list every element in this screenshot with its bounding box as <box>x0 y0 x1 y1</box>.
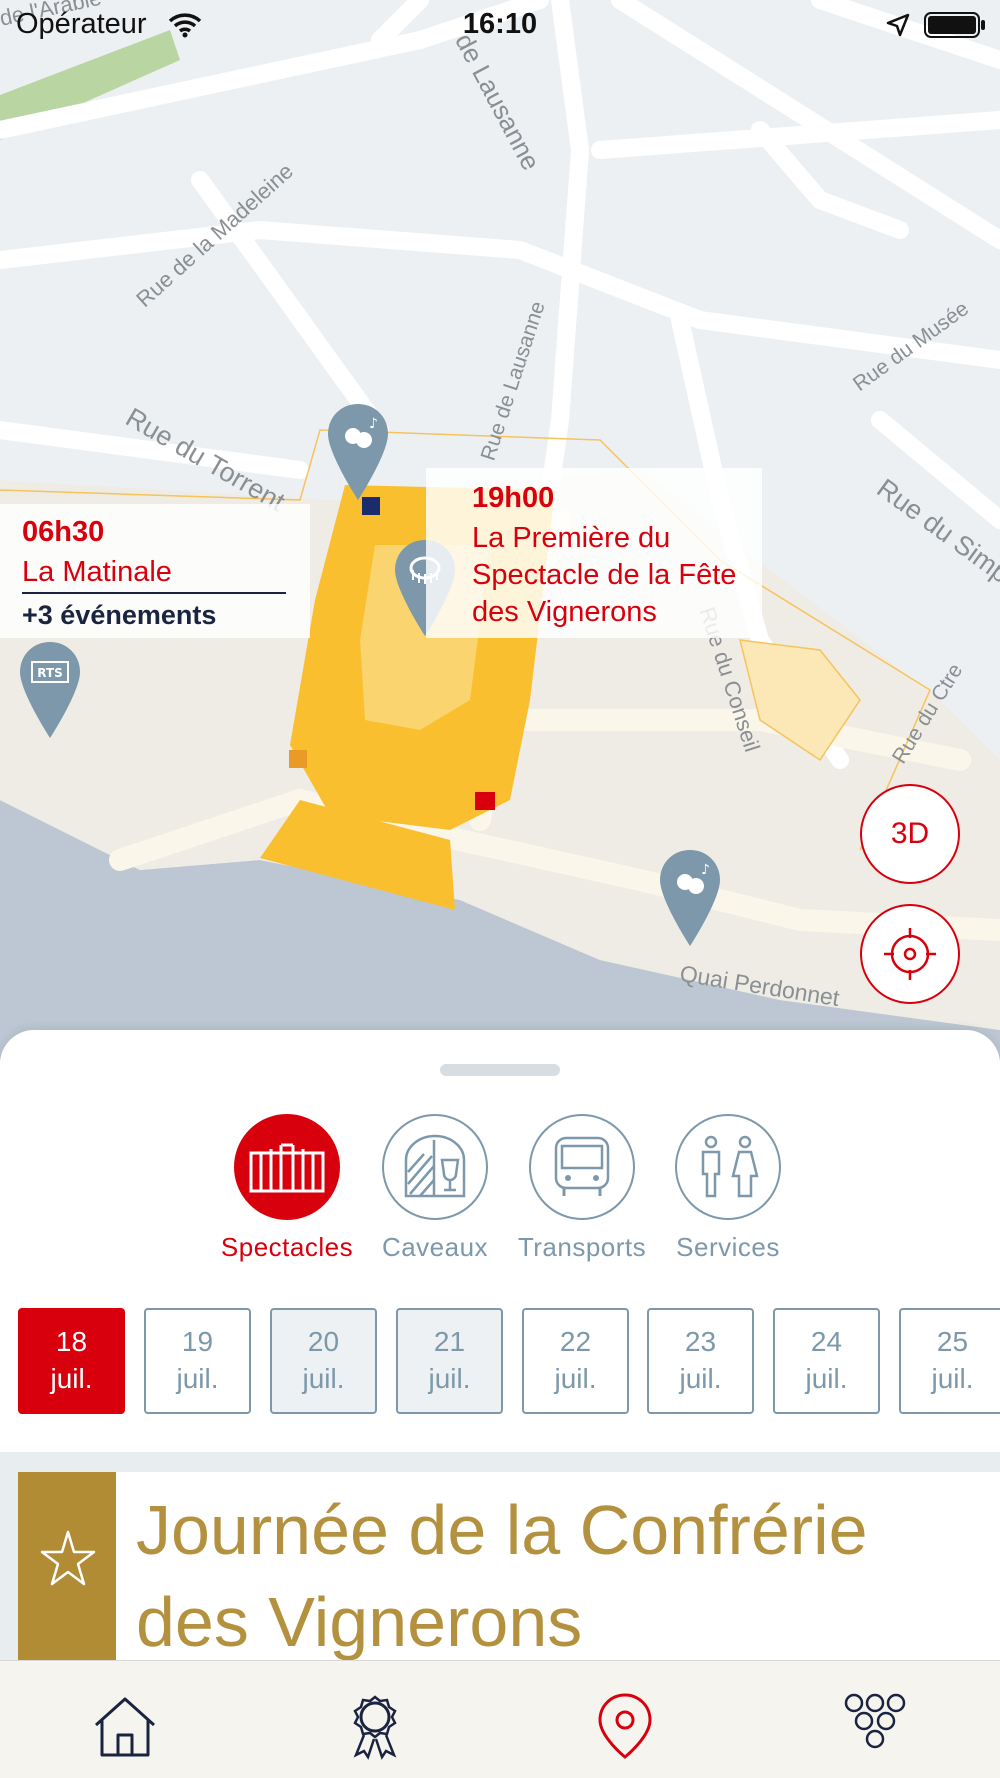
date-18-juil[interactable]: 18 juil. <box>18 1308 125 1414</box>
date-21-juil[interactable]: 21 juil. <box>396 1308 503 1414</box>
event-title-line2: des Vignerons <box>136 1583 583 1661</box>
category-services[interactable]: Services <box>653 1114 803 1263</box>
callout-title-line2: Spectacle de la Fête <box>472 559 737 591</box>
date-24-juil[interactable]: 24 juil. <box>773 1308 880 1414</box>
callout-title-line1: La Première du <box>472 522 671 554</box>
category-caveaux-circle[interactable] <box>382 1114 488 1220</box>
grapes-icon[interactable] <box>840 1691 910 1761</box>
date-25-juil[interactable]: 25 juil. <box>899 1308 1000 1414</box>
date-month: juil. <box>176 1363 219 1394</box>
date-month: juil. <box>805 1363 848 1394</box>
date-month: juil. <box>554 1363 597 1394</box>
callout-time: 06h30 <box>22 516 105 548</box>
map-view[interactable]: de l'Arabie de Lausanne Rue de la Madele… <box>0 0 1000 1060</box>
category-label: Transports <box>517 1232 647 1262</box>
date-day: 20 <box>307 1326 340 1357</box>
home-icon[interactable] <box>90 1691 160 1761</box>
date-day: 19 <box>181 1326 214 1357</box>
clock: 16:10 <box>462 8 538 40</box>
event-title[interactable]: Journée de la Confrérie des Vignerons <box>136 1484 986 1668</box>
location-arrow-icon <box>886 13 910 37</box>
award-icon[interactable] <box>340 1691 410 1761</box>
arena-icon <box>249 1143 325 1193</box>
callout-divider <box>22 592 286 594</box>
date-20-juil[interactable]: 20 juil. <box>270 1308 377 1414</box>
date-22-juil[interactable]: 22 juil. <box>522 1308 629 1414</box>
category-label: Services <box>676 1232 780 1262</box>
bus-icon <box>554 1136 610 1196</box>
date-day: 25 <box>936 1326 969 1357</box>
category-spectacles-circle[interactable] <box>234 1114 340 1220</box>
status-bar: Opérateur 16:10 <box>0 0 1000 50</box>
svg-text:♪: ♪ <box>369 416 378 432</box>
category-spectacles[interactable]: Spectacles <box>212 1114 362 1263</box>
tab-bar <box>0 1660 1000 1778</box>
date-day: 18 <box>55 1326 88 1357</box>
locate-me-button[interactable] <box>860 904 960 1004</box>
date-23-juil[interactable]: 23 juil. <box>647 1308 754 1414</box>
date-month: juil. <box>50 1363 93 1394</box>
category-transports[interactable]: Transports <box>507 1114 657 1263</box>
star-icon <box>40 1530 96 1586</box>
callout-time: 19h00 <box>472 482 555 514</box>
date-picker[interactable]: 18 juil. 19 juil. 20 juil. 21 juil. 22 j… <box>18 1308 1000 1416</box>
theatre-pin-quay[interactable]: ♪ <box>658 848 722 948</box>
category-label: Spectacles <box>220 1232 354 1262</box>
callout-more-events[interactable]: +3 événements <box>22 600 216 631</box>
category-label: Caveaux <box>381 1232 489 1262</box>
wine-glass-icon <box>404 1134 466 1198</box>
date-month: juil. <box>931 1363 974 1394</box>
category-transports-circle[interactable] <box>529 1114 635 1220</box>
battery-icon <box>924 12 985 38</box>
date-month: juil. <box>428 1363 471 1394</box>
date-month: juil. <box>302 1363 345 1394</box>
date-day: 23 <box>684 1326 717 1357</box>
gate-de-marker <box>289 750 307 768</box>
category-services-circle[interactable] <box>675 1114 781 1220</box>
gate-bc-marker <box>475 792 495 810</box>
theatre-pin[interactable]: ♪ <box>326 402 390 502</box>
callout-title-line3: des Vignerons <box>472 596 657 628</box>
rts-pin[interactable]: RTS <box>18 640 82 740</box>
event-title-line1: Journée de la Confrérie <box>136 1491 868 1569</box>
date-19-juil[interactable]: 19 juil. <box>144 1308 251 1414</box>
sheet-grab-handle[interactable] <box>440 1064 560 1076</box>
event-callout-matinale[interactable]: 06h30 La Matinale +3 événements <box>0 504 310 638</box>
restroom-icon <box>701 1135 759 1198</box>
event-callout-premiere[interactable]: 19h00 La Première du Spectacle de la Fêt… <box>426 468 762 638</box>
map-pin-icon[interactable] <box>590 1691 660 1761</box>
3d-button[interactable]: 3D <box>860 784 960 884</box>
date-month: juil. <box>679 1363 722 1394</box>
category-caveaux[interactable]: Caveaux <box>360 1114 510 1263</box>
crosshair-icon <box>884 928 936 980</box>
svg-text:♪: ♪ <box>701 862 710 878</box>
date-day: 24 <box>810 1326 843 1357</box>
rts-label: RTS <box>37 666 63 680</box>
date-day: 22 <box>559 1326 592 1357</box>
callout-title: La Matinale <box>22 556 172 588</box>
date-day: 21 <box>433 1326 466 1357</box>
